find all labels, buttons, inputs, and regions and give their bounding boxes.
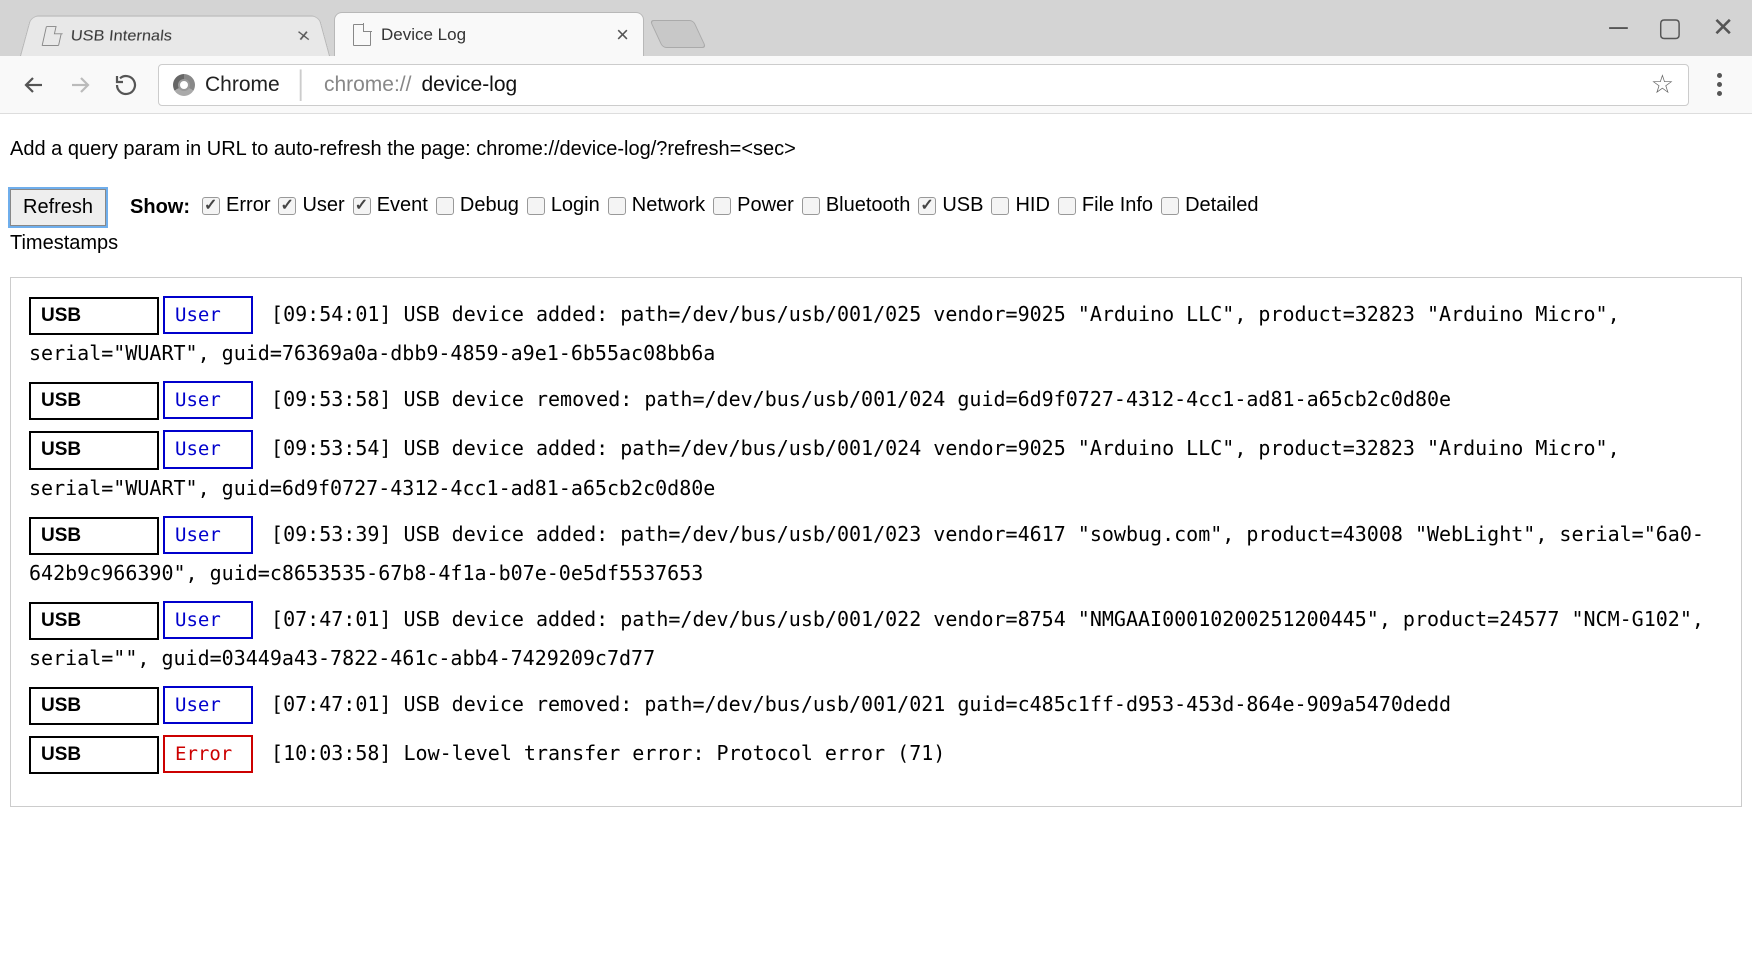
log-type-tag: USB bbox=[29, 517, 159, 555]
log-level-tag: User bbox=[163, 430, 253, 468]
filter-label: File Info bbox=[1082, 194, 1153, 217]
filter-label: HID bbox=[1015, 194, 1049, 217]
filter-hid[interactable]: HID bbox=[991, 194, 1049, 217]
filter-checkbox[interactable] bbox=[278, 197, 296, 215]
maximize-icon[interactable]: ▢ bbox=[1658, 14, 1683, 40]
filter-checkbox[interactable] bbox=[991, 197, 1009, 215]
address-bar[interactable]: Chrome │ chrome:// device-log ☆ bbox=[158, 64, 1689, 106]
filter-user[interactable]: User bbox=[278, 194, 344, 217]
log-level-tag: User bbox=[163, 516, 253, 554]
chrome-icon bbox=[173, 74, 195, 96]
filter-network[interactable]: Network bbox=[608, 194, 705, 217]
browser-titlebar: USB Internals × Device Log × ─ ▢ ✕ bbox=[0, 0, 1752, 56]
filter-label: Debug bbox=[460, 194, 519, 217]
log-type-tag: USB bbox=[29, 687, 159, 725]
log-text: [07:47:01] USB device added: path=/dev/b… bbox=[29, 607, 1704, 670]
filter-label: User bbox=[302, 194, 344, 217]
filter-file-info[interactable]: File Info bbox=[1058, 194, 1153, 217]
log-entry: USBUser [09:54:01] USB device added: pat… bbox=[29, 296, 1723, 371]
filter-bluetooth[interactable]: Bluetooth bbox=[802, 194, 911, 217]
filter-detailed[interactable]: Detailed bbox=[1161, 194, 1258, 217]
filter-checkbox[interactable] bbox=[1161, 197, 1179, 215]
filter-label: USB bbox=[942, 194, 983, 217]
log-level-tag: User bbox=[163, 686, 253, 724]
new-tab-button[interactable] bbox=[649, 20, 706, 48]
close-icon[interactable]: × bbox=[295, 26, 312, 46]
log-type-tag: USB bbox=[29, 382, 159, 420]
filter-login[interactable]: Login bbox=[527, 194, 600, 217]
window-controls: ─ ▢ ✕ bbox=[1609, 14, 1734, 40]
browser-toolbar: Chrome │ chrome:// device-log ☆ bbox=[0, 56, 1752, 114]
filter-checkbox[interactable] bbox=[918, 197, 936, 215]
log-entry: USBUser [09:53:54] USB device added: pat… bbox=[29, 430, 1723, 505]
filter-label: Event bbox=[377, 194, 428, 217]
timestamps-label: Timestamps bbox=[10, 232, 1742, 255]
url-scheme-label: Chrome bbox=[205, 73, 280, 97]
log-type-tag: USB bbox=[29, 736, 159, 774]
page-icon bbox=[42, 26, 64, 46]
filter-checkbox[interactable] bbox=[713, 197, 731, 215]
filter-checkbox[interactable] bbox=[608, 197, 626, 215]
filter-usb[interactable]: USB bbox=[918, 194, 983, 217]
filter-label: Error bbox=[226, 194, 270, 217]
log-entry: USBUser [09:53:39] USB device added: pat… bbox=[29, 516, 1723, 591]
filter-label: Bluetooth bbox=[826, 194, 911, 217]
log-entry: USBUser [07:47:01] USB device added: pat… bbox=[29, 601, 1723, 676]
separator: │ bbox=[294, 69, 310, 100]
tab-strip: USB Internals × Device Log × bbox=[0, 0, 700, 56]
filter-checkbox[interactable] bbox=[202, 197, 220, 215]
log-entry: USBUser [07:47:01] USB device removed: p… bbox=[29, 686, 1723, 725]
log-text: [09:53:54] USB device added: path=/dev/b… bbox=[29, 436, 1620, 499]
filter-label: Detailed bbox=[1185, 194, 1258, 217]
tab-usb-internals[interactable]: USB Internals × bbox=[20, 16, 330, 56]
log-type-tag: USB bbox=[29, 431, 159, 469]
reload-button[interactable] bbox=[112, 71, 140, 99]
bookmark-star-icon[interactable]: ☆ bbox=[1651, 69, 1674, 100]
filter-debug[interactable]: Debug bbox=[436, 194, 519, 217]
filter-checkbox[interactable] bbox=[802, 197, 820, 215]
filter-error[interactable]: Error bbox=[202, 194, 270, 217]
show-label: Show: bbox=[130, 196, 190, 219]
url-black-part: device-log bbox=[421, 73, 517, 97]
log-level-tag: User bbox=[163, 601, 253, 639]
back-button[interactable] bbox=[20, 71, 48, 99]
log-text: [07:47:01] USB device removed: path=/dev… bbox=[259, 692, 1451, 716]
log-level-tag: User bbox=[163, 381, 253, 419]
filter-label: Network bbox=[632, 194, 705, 217]
log-text: [09:54:01] USB device added: path=/dev/b… bbox=[29, 302, 1620, 365]
tab-title: Device Log bbox=[381, 25, 466, 45]
filter-power[interactable]: Power bbox=[713, 194, 794, 217]
filter-event[interactable]: Event bbox=[353, 194, 428, 217]
url-gray-part: chrome:// bbox=[324, 73, 412, 97]
auto-refresh-hint: Add a query param in URL to auto-refresh… bbox=[10, 138, 1742, 161]
log-level-tag: User bbox=[163, 296, 253, 334]
log-entry: USBError [10:03:58] Low-level transfer e… bbox=[29, 735, 1723, 774]
tab-title: USB Internals bbox=[70, 27, 173, 45]
page-content: Add a query param in URL to auto-refresh… bbox=[0, 114, 1752, 827]
log-text: [10:03:58] Low-level transfer error: Pro… bbox=[259, 741, 945, 765]
log-type-tag: USB bbox=[29, 602, 159, 640]
log-level-tag: Error bbox=[163, 735, 253, 773]
browser-menu-button[interactable] bbox=[1707, 73, 1732, 96]
filter-checkbox[interactable] bbox=[527, 197, 545, 215]
log-text: [09:53:58] USB device removed: path=/dev… bbox=[259, 387, 1451, 411]
filter-checkbox[interactable] bbox=[436, 197, 454, 215]
close-window-icon[interactable]: ✕ bbox=[1712, 14, 1734, 40]
controls-row: Refresh Show: Error User Event Debug Login Ne… bbox=[10, 189, 1742, 226]
log-text: [09:53:39] USB device added: path=/dev/b… bbox=[29, 522, 1704, 585]
log-type-tag: USB bbox=[29, 297, 159, 335]
filter-label: Login bbox=[551, 194, 600, 217]
forward-button[interactable] bbox=[66, 71, 94, 99]
filter-checkbox[interactable] bbox=[1058, 197, 1076, 215]
close-icon[interactable]: × bbox=[616, 24, 629, 46]
refresh-button[interactable]: Refresh bbox=[10, 189, 106, 226]
tab-device-log[interactable]: Device Log × bbox=[334, 12, 644, 56]
page-icon bbox=[353, 24, 371, 46]
filter-checkbox[interactable] bbox=[353, 197, 371, 215]
log-entry: USBUser [09:53:58] USB device removed: p… bbox=[29, 381, 1723, 420]
log-panel: USBUser [09:54:01] USB device added: pat… bbox=[10, 277, 1742, 807]
filter-label: Power bbox=[737, 194, 794, 217]
minimize-icon[interactable]: ─ bbox=[1609, 14, 1627, 40]
